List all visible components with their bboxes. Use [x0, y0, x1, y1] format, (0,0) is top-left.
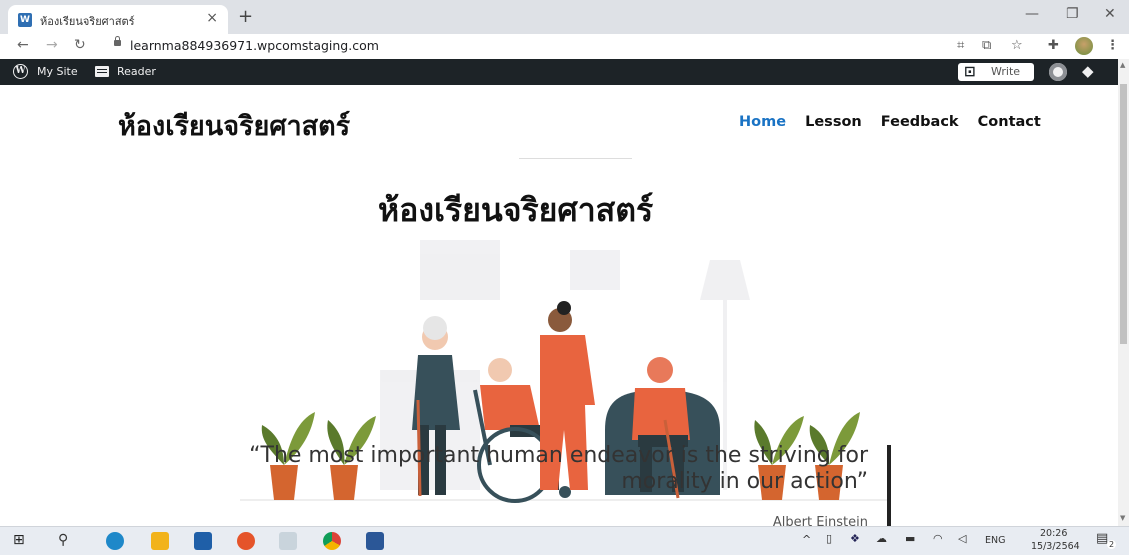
browser-tab-strip: W ห้องเรียนจริยศาสตร์ × + — ❐ ✕ — [0, 0, 1129, 34]
scroll-down-icon[interactable]: ▼ — [1120, 514, 1125, 522]
wordpress-favicon-icon: W — [18, 13, 32, 27]
new-tab-button[interactable]: + — [238, 6, 253, 27]
header-divider — [519, 158, 632, 159]
reader-link[interactable]: Reader — [117, 65, 156, 78]
quote-border — [887, 445, 891, 526]
write-button[interactable]: ⊡ Write — [958, 63, 1034, 81]
quote-line-1: “The most important human endeavor is th… — [249, 443, 868, 468]
file-explorer-icon[interactable] — [151, 532, 169, 550]
wifi-icon[interactable]: ◠ — [933, 532, 943, 545]
menu-item-home[interactable]: Home — [739, 114, 786, 130]
quote-text: “The most important human endeavor is th… — [200, 443, 868, 495]
menu-dots-icon[interactable]: ⋮ — [1106, 38, 1119, 53]
quote-line-2: morality in our action” — [621, 469, 868, 494]
forward-icon[interactable]: → — [46, 37, 58, 53]
notification-count: 2 — [1107, 540, 1117, 549]
tray-app-icon[interactable]: ▯ — [826, 532, 832, 545]
chrome-icon[interactable] — [323, 532, 341, 550]
bookmark-star-icon[interactable]: ☆ — [1011, 38, 1023, 53]
notifications-bell-icon[interactable]: ◆ — [1082, 62, 1094, 80]
page-content: ห้องเรียนจริยศาสตร์ Home Lesson Feedback… — [0, 85, 1118, 526]
restore-icon[interactable]: ❐ — [1066, 6, 1079, 22]
clock-date[interactable]: 15/3/2564 — [1031, 541, 1080, 552]
menu-item-feedback[interactable]: Feedback — [881, 114, 959, 130]
write-label: Write — [991, 65, 1021, 78]
address-bar[interactable]: learnma884936971.wpcomstaging.com — [100, 36, 940, 57]
translate-icon[interactable]: ⧉ — [982, 38, 991, 53]
tray-chevron-icon[interactable]: ^ — [802, 533, 811, 546]
lock-icon — [114, 36, 121, 46]
write-icon: ⊡ — [964, 64, 976, 80]
tab-close-icon[interactable]: × — [206, 10, 218, 26]
reader-icon[interactable] — [95, 66, 109, 77]
my-site-link[interactable]: My Site — [37, 65, 78, 78]
url-text: learnma884936971.wpcomstaging.com — [130, 38, 379, 53]
volume-icon[interactable]: ◁ — [958, 532, 966, 545]
menu-item-contact[interactable]: Contact — [978, 114, 1041, 130]
scroll-thumb[interactable] — [1120, 84, 1127, 344]
quote-author: Albert Einstein — [772, 515, 868, 526]
menu-item-lesson[interactable]: Lesson — [805, 114, 862, 130]
site-title[interactable]: ห้องเรียนจริยศาสตร์ — [118, 104, 350, 147]
wordpress-logo-icon[interactable]: W — [13, 64, 28, 79]
battery-icon[interactable]: ▬ — [905, 532, 915, 545]
back-icon[interactable]: ← — [17, 37, 29, 53]
browser-tab[interactable]: W ห้องเรียนจริยศาสตร์ × — [8, 5, 228, 34]
minimize-icon[interactable]: — — [1025, 6, 1039, 22]
wp-admin-bar: W My Site Reader ⊡ Write ◆ — [0, 59, 1118, 85]
windows-taskbar: ⊞ ⚲ ^ ▯ ❖ ☁ ▬ ◠ ◁ ENG 20:26 15/3/2564 ▤ … — [0, 526, 1129, 555]
dropbox-icon[interactable]: ❖ — [850, 532, 860, 545]
mail-icon[interactable] — [194, 532, 212, 550]
main-menu: Home Lesson Feedback Contact — [739, 114, 1055, 130]
edge-icon[interactable] — [106, 532, 124, 550]
scroll-up-icon[interactable]: ▲ — [1120, 61, 1125, 69]
browser-toolbar: ← → ↻ learnma884936971.wpcomstaging.com … — [0, 34, 1129, 60]
page-scrollbar[interactable]: ▲ ▼ — [1118, 59, 1129, 526]
profile-avatar[interactable] — [1075, 37, 1093, 55]
windows-start-icon[interactable]: ⊞ — [13, 532, 31, 550]
word-icon[interactable] — [366, 532, 384, 550]
close-window-icon[interactable]: ✕ — [1104, 6, 1116, 22]
qr-icon[interactable]: ⌗ — [957, 38, 964, 53]
tab-title: ห้องเรียนจริยศาสตร์ — [40, 15, 135, 28]
user-avatar[interactable] — [1049, 63, 1067, 81]
firefox-icon[interactable] — [237, 532, 255, 550]
extensions-icon[interactable]: ✚ — [1048, 38, 1059, 53]
onedrive-icon[interactable]: ☁ — [876, 532, 887, 545]
clock-time[interactable]: 20:26 — [1040, 528, 1067, 539]
reload-icon[interactable]: ↻ — [74, 37, 86, 53]
language-indicator[interactable]: ENG — [985, 535, 1005, 546]
amazon-app-icon[interactable] — [279, 532, 297, 550]
search-icon[interactable]: ⚲ — [58, 532, 76, 550]
